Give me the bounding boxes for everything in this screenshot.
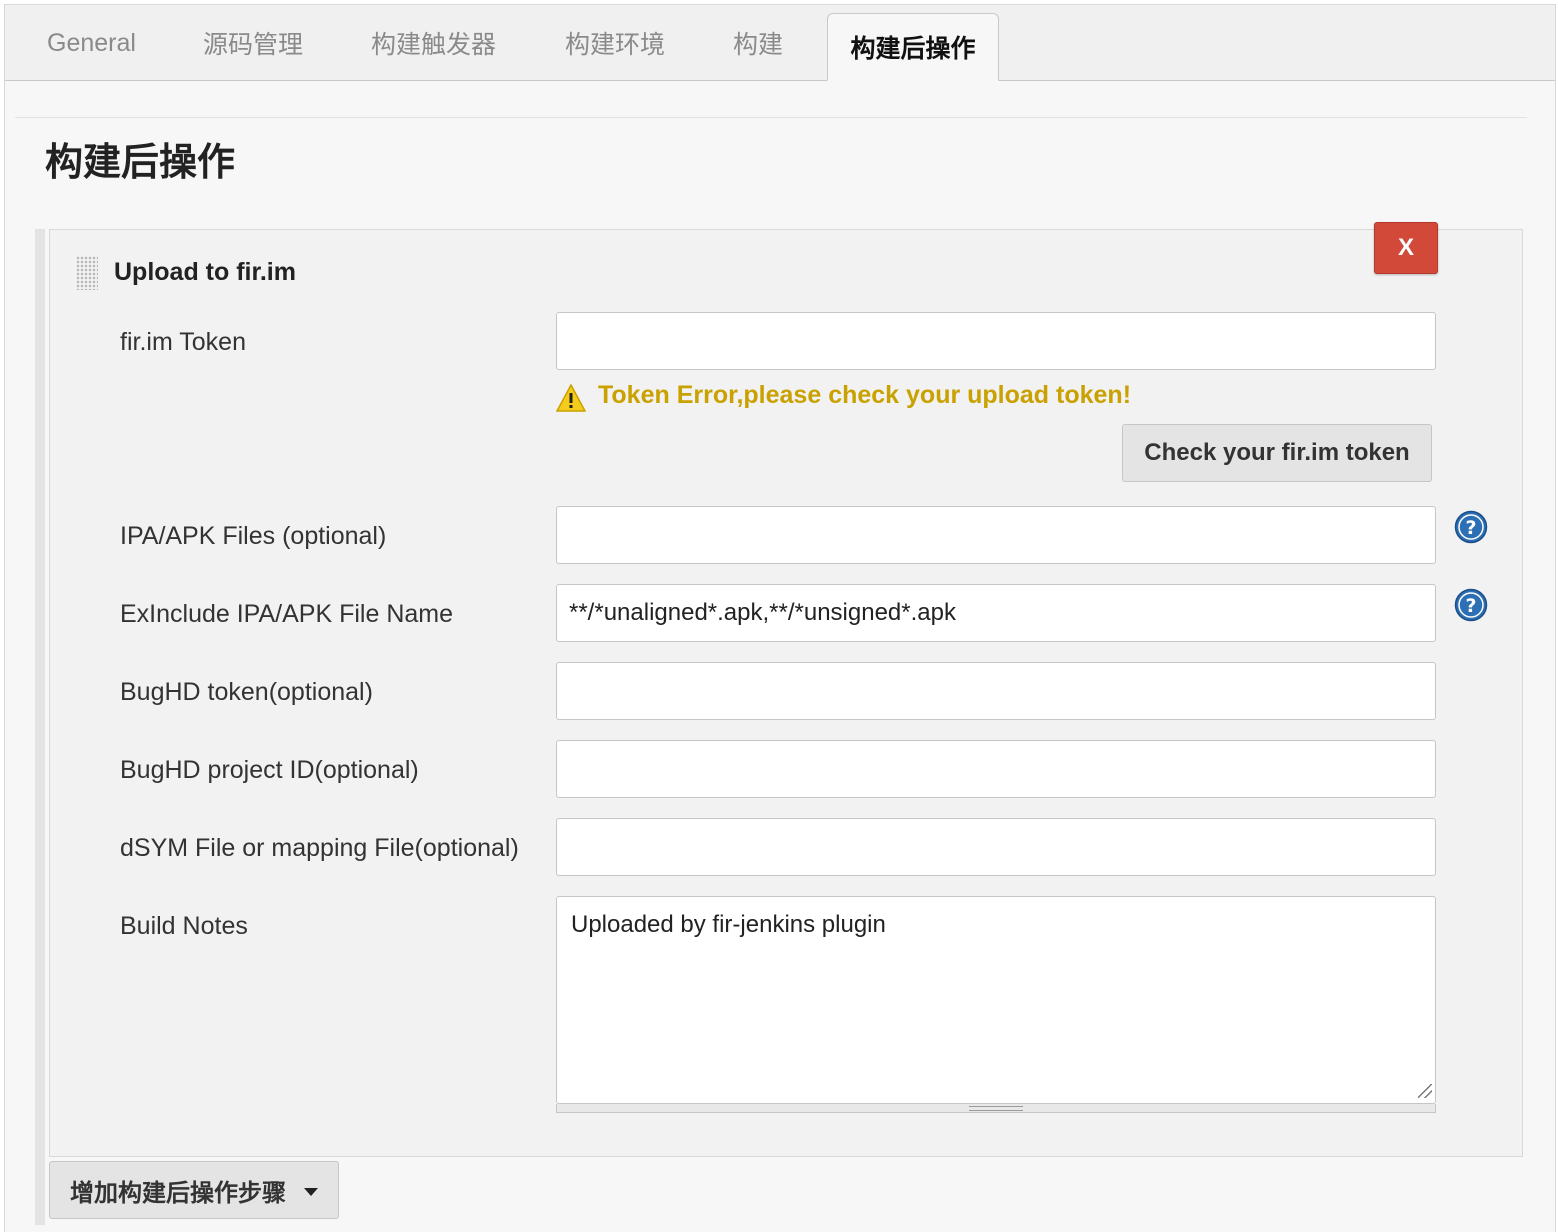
token-label: fir.im Token xyxy=(120,328,246,356)
tab-general[interactable]: General xyxy=(47,5,136,81)
bughd-token-input[interactable] xyxy=(556,662,1436,720)
section-title: 构建后操作 xyxy=(45,142,236,184)
add-step-label: 增加构建后操作步骤 xyxy=(70,1179,286,1207)
files-input[interactable] xyxy=(556,506,1436,564)
token-input[interactable] xyxy=(556,312,1436,370)
caret-down-icon xyxy=(304,1188,318,1196)
tab-build-environment[interactable]: 构建环境 xyxy=(565,5,665,81)
panel-title: Upload to fir.im xyxy=(114,258,296,286)
dsym-label: dSYM File or mapping File(optional) xyxy=(120,834,519,862)
exclude-label: ExInclude IPA/APK File Name xyxy=(120,600,454,628)
svg-text:?: ? xyxy=(1465,517,1476,539)
tab-post-build-actions[interactable]: 构建后操作 xyxy=(827,13,999,81)
tab-bar: General 源码管理 构建触发器 构建环境 构建 构建后操作 xyxy=(5,5,1555,81)
bughd-token-label: BugHD token(optional) xyxy=(120,678,373,706)
section-divider xyxy=(15,117,1527,118)
build-notes-textarea[interactable]: Uploaded by fir-jenkins plugin xyxy=(556,896,1436,1104)
question-mark-icon[interactable]: ? xyxy=(1454,588,1488,622)
textarea-expand-handle[interactable] xyxy=(556,1104,1436,1113)
add-post-build-step-button[interactable]: 增加构建后操作步骤 xyxy=(49,1161,339,1219)
build-notes-label: Build Notes xyxy=(120,912,248,940)
page: General 源码管理 构建触发器 构建环境 构建 构建后操作 构建后操作 U… xyxy=(4,4,1556,1232)
tab-build[interactable]: 构建 xyxy=(733,5,783,81)
warning-text: Token Error,please check your upload tok… xyxy=(598,380,1132,409)
upload-fir-panel: Upload to fir.im X fir.im Token Token Er… xyxy=(49,222,1523,1157)
dsym-input[interactable] xyxy=(556,818,1436,876)
warning-triangle-icon xyxy=(556,384,586,412)
bughd-project-label: BugHD project ID(optional) xyxy=(120,756,419,784)
check-token-button[interactable]: Check your fir.im token xyxy=(1122,424,1432,482)
resize-grip-icon[interactable] xyxy=(1418,1084,1432,1098)
token-warning: Token Error,please check your upload tok… xyxy=(556,378,1131,412)
svg-text:?: ? xyxy=(1465,595,1476,617)
drag-handle-icon[interactable] xyxy=(76,256,98,290)
exclude-input[interactable] xyxy=(556,584,1436,642)
question-mark-icon[interactable]: ? xyxy=(1454,510,1488,544)
tab-source-control[interactable]: 源码管理 xyxy=(203,5,303,81)
delete-step-button[interactable]: X xyxy=(1374,222,1438,274)
tab-build-triggers[interactable]: 构建触发器 xyxy=(371,5,496,81)
files-label: IPA/APK Files (optional) xyxy=(120,522,387,550)
build-notes-wrapper: Uploaded by fir-jenkins plugin xyxy=(556,896,1436,1114)
section-side-bar xyxy=(35,229,45,1225)
bughd-project-input[interactable] xyxy=(556,740,1436,798)
